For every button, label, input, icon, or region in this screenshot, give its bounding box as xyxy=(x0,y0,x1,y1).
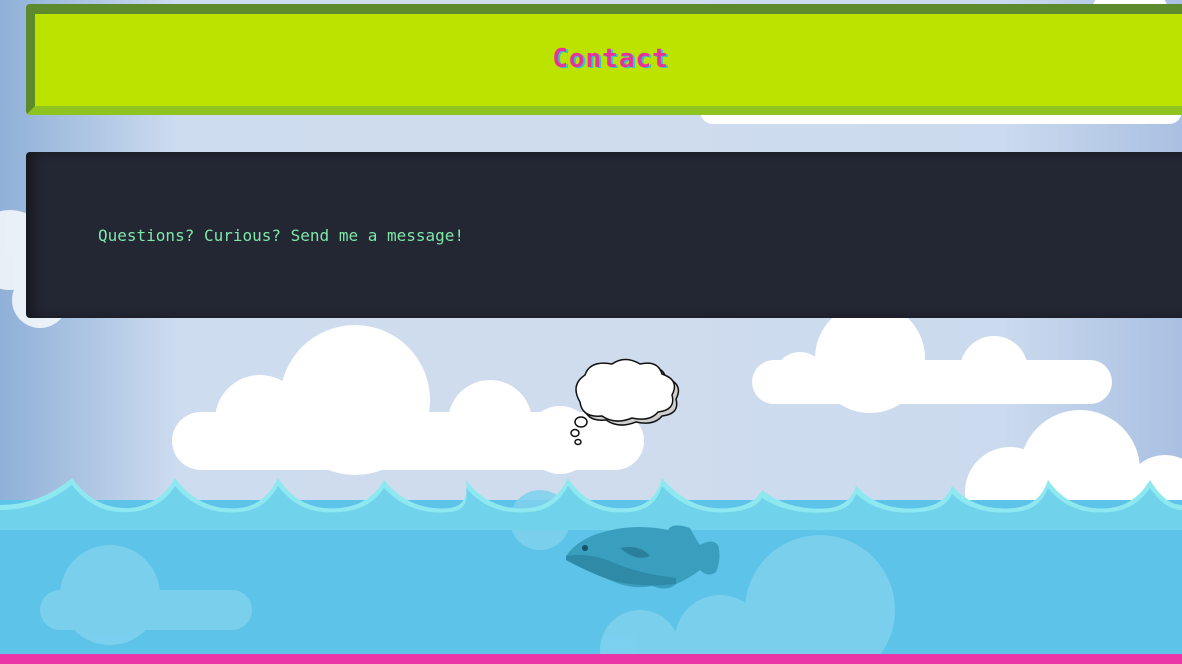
bottom-accent-bar xyxy=(0,654,1182,664)
page-header: Contact xyxy=(26,4,1182,115)
cloud-icon xyxy=(172,325,644,475)
contact-message: Questions? Curious? Send me a message! xyxy=(98,226,465,245)
cloud-icon xyxy=(752,303,1112,413)
contact-panel: Questions? Curious? Send me a message! xyxy=(26,152,1182,318)
page-title: Contact xyxy=(552,44,669,74)
